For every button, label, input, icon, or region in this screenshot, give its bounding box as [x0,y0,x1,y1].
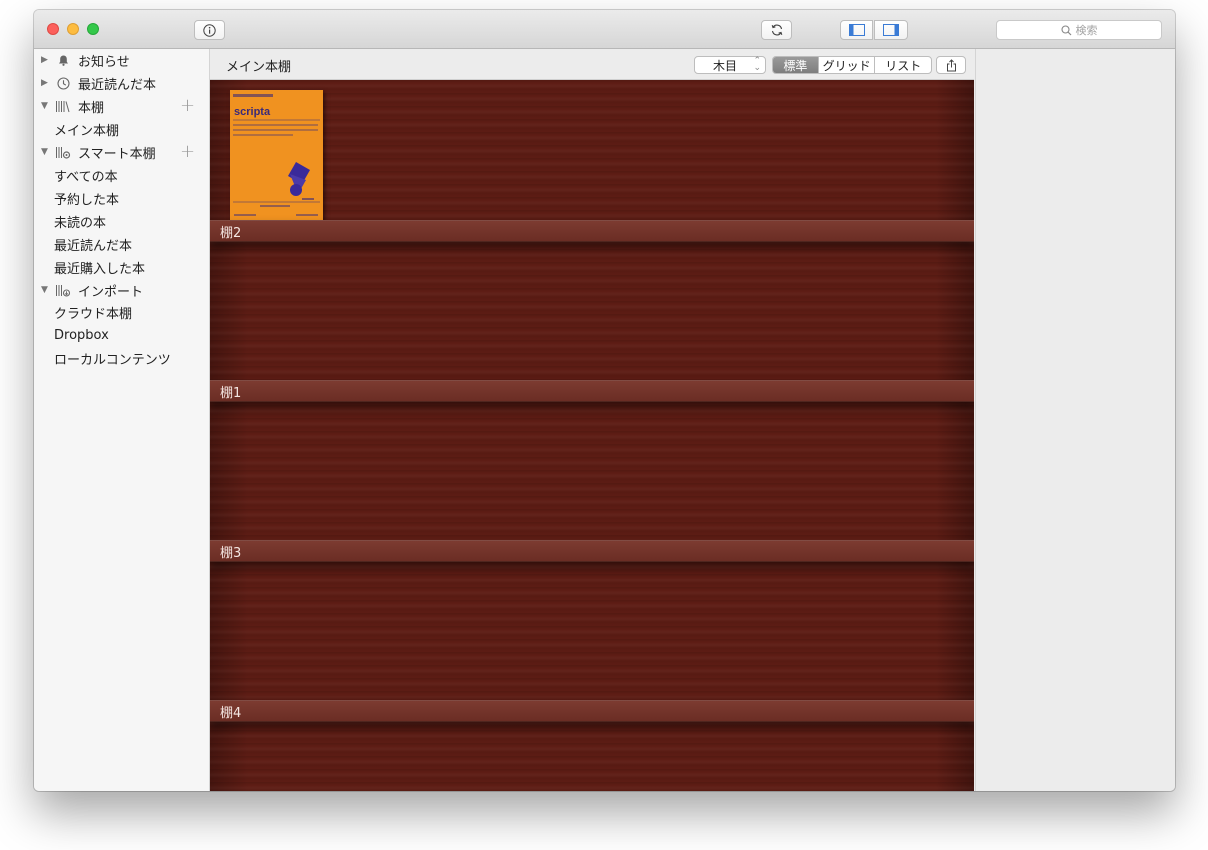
shelf-theme-value: 木目 [713,58,738,73]
app-window: 検索 ▶ お知らせ ▶ 最近読んだ本 ▼ 本棚 + メイン本棚 ▼ スマート本棚… [34,10,1175,791]
add-bookshelf-button[interactable]: + [180,97,195,115]
search-icon [1060,24,1071,35]
shelf-label: 棚3 [220,546,242,561]
sidebar-item-label: メイン本棚 [54,123,120,139]
sidebar-item-label: ローカルコンテンツ [54,352,171,368]
shelf-plank-3: 棚3 [210,540,974,562]
sidebar-section-notifications[interactable]: ▶ お知らせ [34,49,209,71]
sidebar-section-recently-read[interactable]: ▶ 最近読んだ本 [34,72,209,94]
book-title: scripta [234,106,271,118]
sidebar-item-reserved-books[interactable]: 予約した本 [34,187,209,209]
sidebar-section-import[interactable]: ▼ インポート [34,279,209,301]
shelf-plank-1: 棚1 [210,380,974,402]
shelf-plank-4: 棚4 [210,700,974,722]
sidebar-section-label: スマート本棚 [78,146,156,162]
smart-shelf-icon [55,144,71,160]
sidebar-section-label: インポート [78,284,144,300]
sidebar-section-bookshelf[interactable]: ▼ 本棚 + [34,95,209,117]
titlebar: 検索 [34,10,1175,49]
shelf-label: 棚1 [220,386,242,401]
sidebar-item-label: Dropbox [54,327,109,343]
sidebar-item-label: 未読の本 [54,215,107,231]
info-panel [975,49,1175,791]
share-button[interactable] [936,56,966,74]
page-title: メイン本棚 [226,60,292,75]
toggle-left-sidebar-button[interactable] [840,20,873,40]
view-mode-segmented-control: 標準 グリッド リスト [772,56,932,74]
sidebar-item-label: すべての本 [54,169,118,185]
right-sidebar-icon [883,24,899,36]
sync-button[interactable] [761,20,792,40]
shelf-label: 棚2 [220,226,242,241]
shelf-plank-2: 棚2 [210,220,974,242]
search-placeholder: 検索 [1075,24,1098,37]
sidebar-item-label: クラウド本棚 [54,306,133,322]
search-field[interactable]: 検索 [996,20,1162,40]
sidebar-item-label: 最近読んだ本 [54,238,133,254]
sidebar-section-smart-bookshelf[interactable]: ▼ スマート本棚 + [34,141,209,163]
info-icon [203,23,216,37]
sidebar-item-main-bookshelf[interactable]: メイン本棚 [34,118,209,140]
close-window-button[interactable] [47,23,59,35]
sidebar-item-all-books[interactable]: すべての本 [34,164,209,186]
share-icon [946,58,956,71]
view-mode-standard[interactable]: 標準 [773,57,818,73]
book-cover[interactable]: scripta [230,90,323,220]
sidebar-section-label: お知らせ [78,54,130,70]
sidebar-section-label: 最近読んだ本 [78,77,157,93]
sidebar-item-cloud-bookshelf[interactable]: クラウド本棚 [34,301,209,323]
sidebar-item-local-content[interactable]: ローカルコンテンツ [34,347,209,369]
view-mode-grid[interactable]: グリッド [817,57,875,73]
shelf-theme-select[interactable]: 木目 ⌃ ⌄ [694,56,766,74]
zoom-window-button[interactable] [87,23,99,35]
shelf-label: 棚4 [220,706,242,721]
bookshelf-view: scripta 棚2 棚1 棚3 棚4 [210,80,974,791]
main-header: メイン本棚 木目 ⌃ ⌄ 標準 グリッド リスト [210,49,974,80]
info-button[interactable] [194,20,225,40]
toggle-right-sidebar-button[interactable] [874,20,908,40]
bookshelf-icon [55,98,71,114]
disclosure-down-icon[interactable]: ▼ [41,101,48,111]
import-icon [55,282,71,298]
add-smart-bookshelf-button[interactable]: + [180,143,195,161]
sidebar: ▶ お知らせ ▶ 最近読んだ本 ▼ 本棚 + メイン本棚 ▼ スマート本棚 + … [34,49,210,791]
sync-icon [771,24,782,36]
left-sidebar-icon [848,24,865,36]
disclosure-right-icon[interactable]: ▶ [41,78,48,88]
sidebar-item-recently-read-books[interactable]: 最近読んだ本 [34,233,209,255]
sidebar-item-label: 最近購入した本 [54,261,146,277]
disclosure-down-icon[interactable]: ▼ [41,147,48,157]
disclosure-right-icon[interactable]: ▶ [41,55,48,65]
disclosure-down-icon[interactable]: ▼ [41,285,48,295]
sidebar-item-recently-purchased[interactable]: 最近購入した本 [34,256,209,278]
sidebar-item-unread-books[interactable]: 未読の本 [34,210,209,232]
clock-icon [55,75,71,91]
chevron-updown-icon: ⌃ ⌄ [753,56,761,73]
bell-icon [55,52,71,68]
view-mode-list[interactable]: リスト [874,57,931,73]
sidebar-section-label: 本棚 [78,100,105,116]
sidebar-item-dropbox[interactable]: Dropbox [34,324,209,346]
minimize-window-button[interactable] [67,23,79,35]
sidebar-item-label: 予約した本 [54,192,120,208]
